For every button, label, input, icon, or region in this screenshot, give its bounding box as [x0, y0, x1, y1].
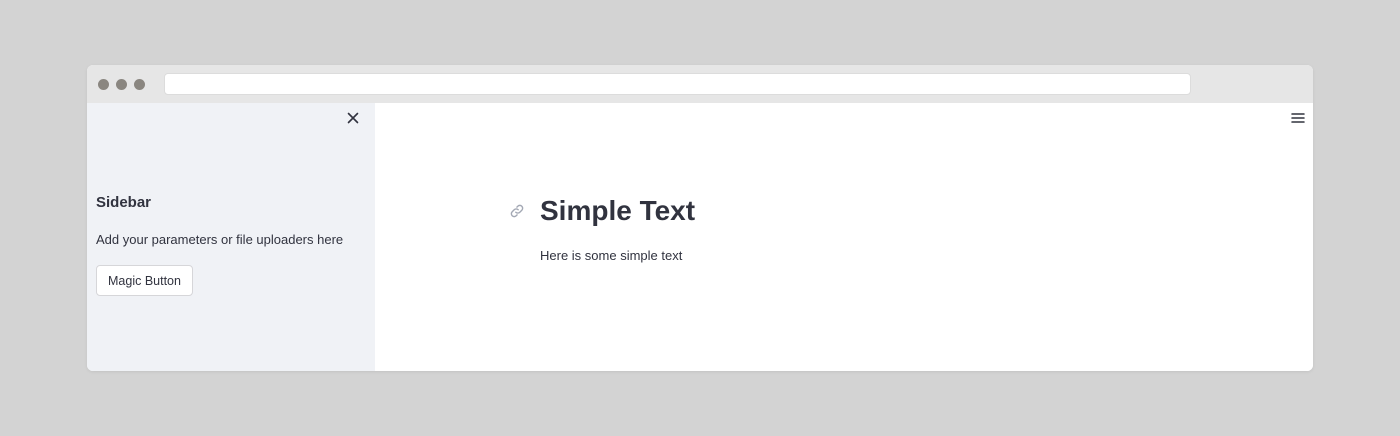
sidebar: Sidebar Add your parameters or file uplo… — [87, 103, 375, 371]
window-close-dot[interactable] — [98, 79, 109, 90]
main-content: Simple Text Here is some simple text — [375, 103, 1313, 371]
address-bar[interactable] — [164, 73, 1191, 95]
close-icon[interactable] — [345, 110, 361, 126]
hamburger-menu-icon[interactable] — [1291, 111, 1305, 123]
magic-button[interactable]: Magic Button — [96, 265, 193, 296]
browser-titlebar — [87, 65, 1313, 103]
window-minimize-dot[interactable] — [116, 79, 127, 90]
link-icon[interactable] — [509, 203, 525, 219]
body-text: Here is some simple text — [540, 248, 683, 263]
sidebar-title: Sidebar — [96, 194, 152, 211]
browser-window: Sidebar Add your parameters or file uplo… — [87, 65, 1313, 371]
window-maximize-dot[interactable] — [134, 79, 145, 90]
page-title: Simple Text — [540, 195, 696, 226]
sidebar-description: Add your parameters or file uploaders he… — [96, 232, 344, 247]
